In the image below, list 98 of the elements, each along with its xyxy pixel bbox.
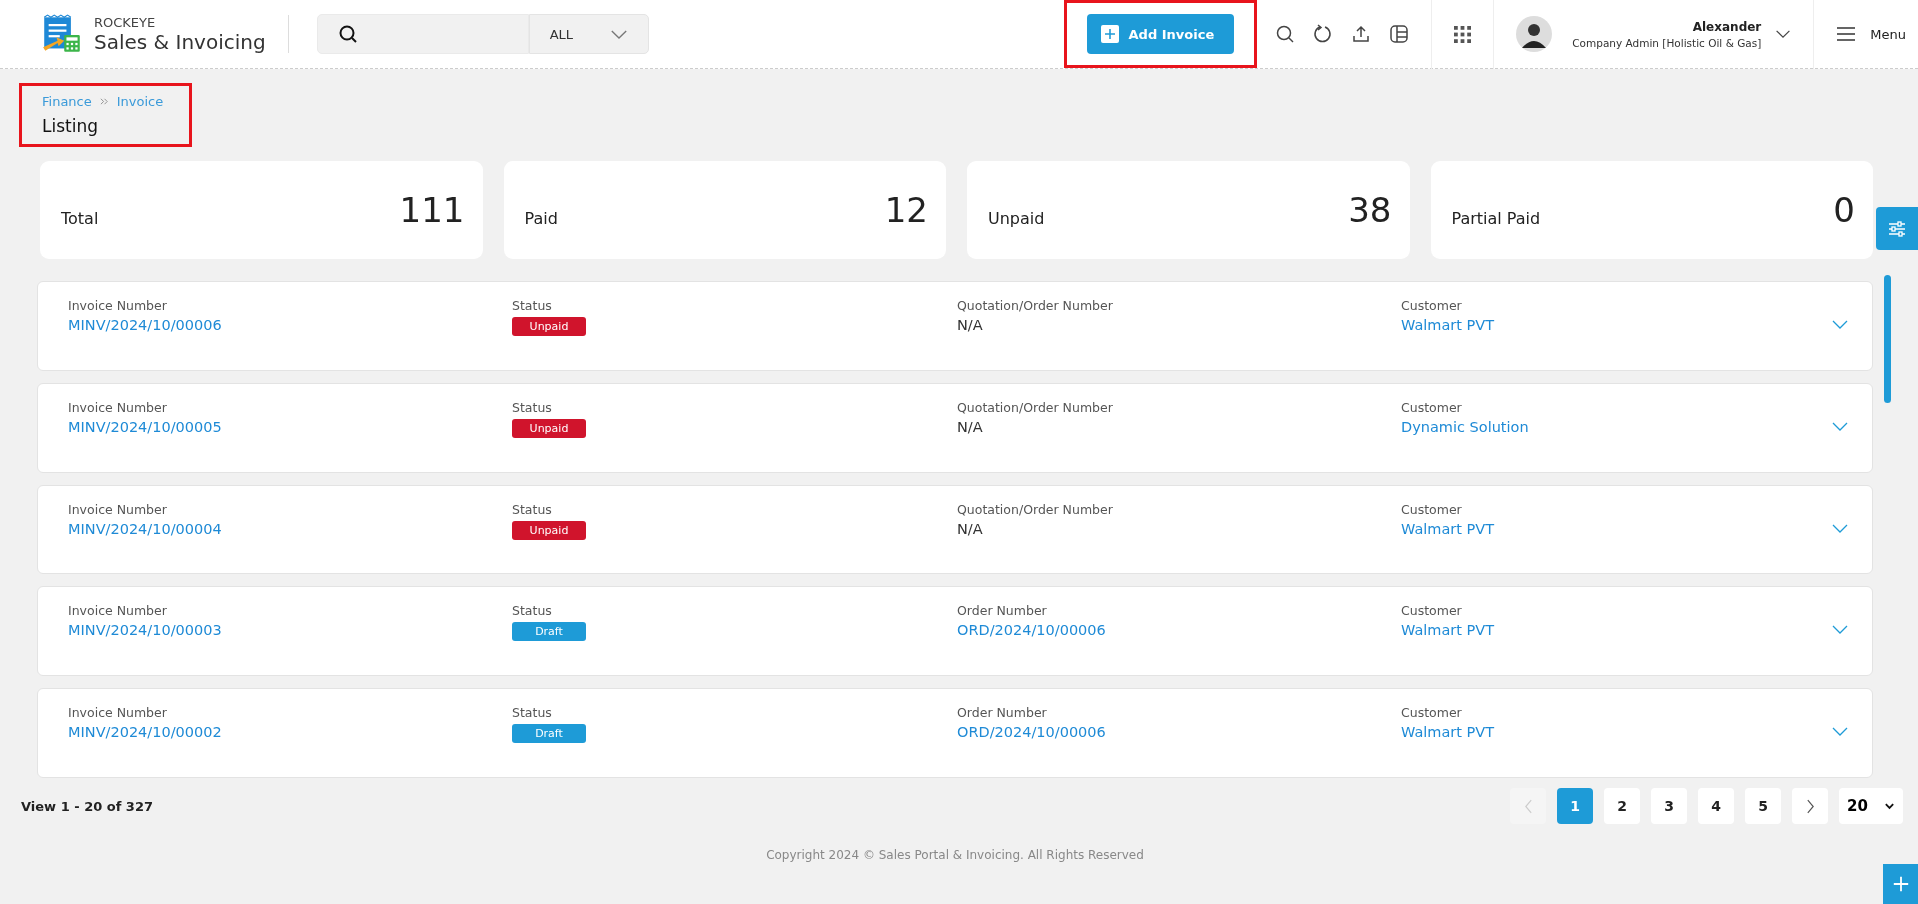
expand-chevron-icon[interactable]: [1832, 320, 1848, 330]
refresh-icon[interactable]: [1313, 24, 1334, 44]
order-number-link[interactable]: ORD/2024/10/00006: [957, 622, 1106, 639]
field-label: Invoice Number: [68, 603, 167, 619]
scope-dropdown[interactable]: ALL: [528, 14, 649, 54]
field-label: Status: [512, 603, 552, 619]
order-number: N/A: [957, 418, 983, 435]
page-button[interactable]: 4: [1698, 788, 1734, 824]
status-badge: Unpaid: [512, 520, 586, 540]
page-button[interactable]: 3: [1651, 788, 1687, 824]
upload-icon[interactable]: [1351, 24, 1372, 44]
invoice-card[interactable]: Invoice Number MINV/2024/10/00006 Status Unpaid Quotation/Order Number N/A Customer Walmart PVT: [37, 281, 1873, 371]
field-label: Invoice Number: [68, 501, 167, 517]
add-invoice-button[interactable]: Add Invoice: [1086, 14, 1235, 54]
page-button[interactable]: 5: [1745, 788, 1781, 824]
expand-chevron-icon[interactable]: [1832, 523, 1848, 534]
filter-button[interactable]: [1876, 207, 1918, 250]
page-button[interactable]: 2: [1604, 788, 1640, 824]
caret-icon: [1884, 802, 1895, 810]
scrollbar-thumb[interactable]: [1884, 275, 1891, 403]
field-label: Status: [512, 298, 552, 313]
field-label: Quotation/Order Number: [957, 298, 1113, 313]
menu-button[interactable]: Menu: [1836, 26, 1906, 42]
view-count: View 1 - 20 of 327: [21, 798, 153, 814]
page-title: Listing: [42, 116, 99, 136]
stat-value: 0: [1833, 190, 1855, 230]
layout-icon[interactable]: [1389, 24, 1410, 44]
stat-label: Unpaid: [988, 207, 1045, 228]
stat-value: 111: [399, 190, 465, 230]
apps-grid-icon[interactable]: [1454, 25, 1472, 43]
user-avatar: [1516, 16, 1553, 52]
chevron-left-icon: [1523, 798, 1533, 814]
customer-link[interactable]: Dynamic Solution: [1401, 418, 1529, 435]
order-number-link[interactable]: ORD/2024/10/00006: [957, 724, 1106, 741]
page-button[interactable]: 1: [1557, 788, 1593, 824]
stat-label: Total: [61, 207, 99, 228]
stat-label: Paid: [524, 207, 558, 228]
plus-icon: [1100, 25, 1119, 43]
invoice-card[interactable]: Invoice Number MINV/2024/10/00003 Status Draft Order Number ORD/2024/10/00006 Customer Walmart PVT: [37, 586, 1873, 677]
caret-icon[interactable]: [1775, 29, 1792, 39]
invoice-number-link[interactable]: MINV/2024/10/00002: [68, 724, 222, 741]
search-field[interactable]: [316, 14, 529, 54]
field-label: Customer: [1401, 603, 1462, 619]
field-label: Invoice Number: [68, 399, 167, 415]
stat-value: 38: [1348, 190, 1392, 230]
status-badge: Unpaid: [512, 317, 586, 336]
app-title: Sales & Invoicing: [94, 29, 266, 54]
field-label: Customer: [1401, 399, 1462, 415]
field-label: Order Number: [957, 603, 1047, 619]
user-role: Company Admin [Holistic Oil & Gas]: [1572, 36, 1762, 49]
customer-link[interactable]: Walmart PVT: [1401, 317, 1495, 333]
status-badge: Draft: [512, 724, 586, 744]
company-name: ROCKEYE: [94, 14, 157, 30]
search-icon: [337, 24, 358, 44]
customer-link[interactable]: Walmart PVT: [1401, 520, 1495, 537]
invoice-number-link[interactable]: MINV/2024/10/00006: [68, 317, 222, 333]
status-badge: Unpaid: [512, 418, 586, 438]
stat-label: Partial Paid: [1451, 207, 1541, 228]
field-label: Customer: [1401, 501, 1462, 517]
expand-chevron-icon[interactable]: [1832, 727, 1848, 738]
invoice-number-link[interactable]: MINV/2024/10/00003: [68, 622, 222, 639]
breadcrumb-link[interactable]: Invoice: [116, 94, 164, 109]
customer-link[interactable]: Walmart PVT: [1401, 622, 1495, 639]
field-label: Status: [512, 501, 552, 517]
page-size-dropdown[interactable]: 20: [1839, 788, 1903, 824]
invoice-card[interactable]: Invoice Number MINV/2024/10/00002 Status Draft Order Number ORD/2024/10/00006 Customer Walmart PVT: [37, 688, 1873, 778]
field-label: Quotation/Order Number: [957, 501, 1113, 517]
invoice-number-link[interactable]: MINV/2024/10/00005: [68, 418, 222, 435]
order-number: N/A: [957, 520, 983, 537]
sliders-icon: [1887, 218, 1907, 239]
field-label: Customer: [1401, 705, 1462, 721]
copyright-text: Copyright 2024 © Sales Portal & Invoicing. All Rights Reserved: [765, 848, 1145, 862]
field-label: Quotation/Order Number: [957, 399, 1113, 415]
field-label: Customer: [1401, 298, 1462, 313]
field-label: Status: [512, 399, 552, 415]
invoice-number-link[interactable]: MINV/2024/10/00004: [68, 520, 222, 537]
stat-value: 12: [884, 190, 928, 230]
search-icon[interactable]: [1275, 24, 1296, 44]
customer-link[interactable]: Walmart PVT: [1401, 724, 1495, 741]
field-label: Order Number: [957, 705, 1047, 721]
breadcrumb-link[interactable]: Finance: [42, 94, 92, 109]
status-badge: Draft: [512, 622, 586, 642]
field-label: Invoice Number: [68, 298, 167, 313]
menu-icon: [1836, 26, 1857, 42]
chevron-right-icon: [1805, 798, 1815, 814]
add-button[interactable]: [1883, 864, 1918, 904]
field-label: Invoice Number: [68, 705, 167, 721]
chevron-icon: [99, 97, 109, 106]
chevron-down-icon: [609, 28, 628, 40]
order-number: N/A: [957, 317, 983, 333]
expand-chevron-icon[interactable]: [1832, 625, 1848, 636]
field-label: Status: [512, 705, 552, 721]
invoice-logo-icon: [42, 14, 82, 54]
invoice-card[interactable]: Invoice Number MINV/2024/10/00004 Status Unpaid Quotation/Order Number N/A Customer Walmart PVT: [37, 484, 1873, 575]
user-name: Alexander: [1692, 19, 1762, 34]
expand-chevron-icon[interactable]: [1832, 421, 1848, 432]
invoice-card[interactable]: Invoice Number MINV/2024/10/00005 Status Unpaid Quotation/Order Number N/A Customer Dynamic Solution: [37, 382, 1873, 473]
plus-icon: [1891, 875, 1910, 893]
